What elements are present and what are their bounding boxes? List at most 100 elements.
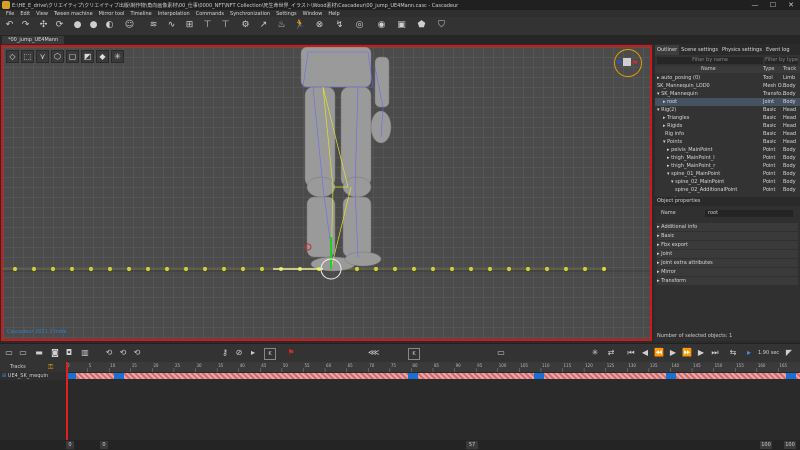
menu-settings[interactable]: Settings [276,11,297,17]
filter-name-input[interactable]: Filter by name [657,57,763,64]
tween-toggle-icon[interactable]: ⇄ [606,348,616,358]
text-tool-icon[interactable]: ⊤ [202,20,213,31]
section-joint-extra[interactable]: ▸ Joint extra attributes [657,259,798,267]
tab-physics-settings[interactable]: Physics settings [720,45,764,55]
column-type[interactable]: Type [763,66,774,73]
close-button[interactable]: ✕ [782,0,800,10]
layout-icon[interactable]: ▭ [4,348,14,358]
interval-key-button[interactable]: K [264,348,276,360]
outliner-row[interactable]: ▸ pelvis_MainPoint Point Body [655,146,800,154]
last-frame-icon[interactable]: ⏭ [710,348,720,358]
outliner-row[interactable]: Rig info Basic Head [655,130,800,138]
viewport-3d[interactable]: ◇ ⬚ ⋎ ⬡ ▢ ◩ ◆ ✳ Cascadeur 2021.3 Indie [1,45,652,341]
curve-icon[interactable]: ∿ [166,20,177,31]
undo-icon[interactable]: ↶ [4,20,15,31]
speed-icon[interactable]: ▸ [744,348,754,358]
outliner-row[interactable]: ▸ thigh_MainPoint_l Point Body [655,154,800,162]
view-gizmo[interactable] [614,49,642,77]
point-icon[interactable]: ● [72,20,83,31]
lock-icon[interactable]: ⚿ [48,362,53,372]
outliner-row[interactable]: ▾ Points Basic Head [655,138,800,146]
keyframe-block[interactable] [666,373,676,379]
menu-mirror-tool[interactable]: Mirror tool [99,11,125,17]
menu-tween-machine[interactable]: Tween machine [54,11,93,17]
render-icon[interactable]: ▣ [396,20,407,31]
outliner-row[interactable]: ▸ root Joint Body [655,98,800,106]
keyframe-block[interactable] [534,373,544,379]
menu-edit[interactable]: Edit [20,11,30,17]
menu-view[interactable]: View [36,11,48,17]
prev-key-icon[interactable]: ⋘ [368,348,379,358]
playhead[interactable] [66,362,68,440]
next-frame-icon[interactable]: ▶ [696,348,706,358]
flag-icon[interactable]: ⚑ [286,348,296,358]
rotate-icon[interactable]: ⟳ [54,20,65,31]
prev-key-frame-icon[interactable]: ⏪ [654,348,664,358]
film-icon[interactable]: ▥ [80,348,90,358]
run-icon[interactable]: 🏃 [294,20,305,31]
section-additional-info[interactable]: ▸ Additional info [657,223,798,231]
tab-event-log[interactable]: Event log [764,45,792,55]
posing-icon[interactable]: ⊗ [314,20,325,31]
character-icon[interactable]: ☺ [124,20,135,31]
redo-icon[interactable]: ↷ [20,20,31,31]
minimize-button[interactable]: — [746,0,764,10]
loop2-icon[interactable]: ⟲ [118,348,128,358]
playback-speed[interactable]: 1.90 sec [758,350,779,356]
track-expand-icon[interactable]: ⊞ [2,373,6,379]
menu-synchronization[interactable]: Synchronization [230,11,270,17]
tween-icon[interactable]: ⊤ [220,20,231,31]
outliner-row[interactable]: ▾ Rig(2) Basic Head [655,106,800,114]
section-basic[interactable]: ▸ Basic [657,232,798,240]
play-icon[interactable]: ▶ [668,348,678,358]
next-key-frame-icon[interactable]: ⏩ [682,348,692,358]
shield-icon[interactable]: ⛉ [436,20,447,31]
section-mirror[interactable]: ▸ Mirror [657,268,798,276]
camera-icon[interactable]: ◉ [376,20,387,31]
physics-icon[interactable]: ⚙ [240,20,251,31]
tab-document[interactable]: *00_jump_UE4Mann [2,36,65,44]
menu-file[interactable]: File [6,11,14,17]
camera-rec-icon[interactable]: ◘ [64,348,74,358]
range-end-input[interactable]: 100 [760,441,772,449]
loop-playback-icon[interactable]: ⇆ [728,348,738,358]
keyframe-block[interactable] [408,373,418,379]
snapshot-icon[interactable]: ◙ [50,348,60,358]
outliner-row[interactable]: ▾ SK_Mannequin Transfo... Body [655,90,800,98]
keyframe-block[interactable] [114,373,124,379]
target-icon[interactable]: ◎ [354,20,365,31]
fulcrum-icon[interactable]: ⊞ [184,20,195,31]
outliner-row[interactable]: ▸ auto_posing (0) Tool Limb [655,74,800,82]
prev-frame-icon[interactable]: ◀ [640,348,650,358]
first-frame-icon[interactable]: ⏮ [626,348,636,358]
outliner-row[interactable]: ▾ spine_02_MainPoint Point Body [655,178,800,186]
section-fbx-export[interactable]: ▸ Fbx export [657,241,798,249]
interpolation-icon[interactable]: ≋ [148,20,159,31]
outliner-row[interactable]: SK_Mannequin_LOD0 Mesh O... Body [655,82,800,90]
split-icon[interactable]: ▭ [18,348,28,358]
ballistic-icon[interactable]: ↗ [258,20,269,31]
outliner-row[interactable]: ▸ thigh_MainPoint_r Point Body [655,162,800,170]
outliner-row[interactable]: ▾ spine_01_MainPoint Point Body [655,170,800,178]
tab-outliner[interactable]: Outliner [655,45,680,55]
menu-window[interactable]: Window [303,11,323,17]
current-frame-input[interactable]: 57 [466,441,478,449]
section-transform[interactable]: ▸ Transform [657,277,798,285]
range-start-input[interactable]: 0 [100,441,108,449]
panel-icon[interactable]: ▬ [34,348,44,358]
end-frame-input[interactable]: 100 [784,441,796,449]
key-icon[interactable]: ⚷ [220,348,230,358]
set-key-button[interactable]: K [408,348,420,360]
jump-icon[interactable]: ↯ [334,20,345,31]
timeline-tracks[interactable]: Tracks ⚿ ⊞ UE4_SK_mequin 0 5 10 15 20 25 30 35 4… [0,362,800,440]
move-icon[interactable]: ✣ [38,20,49,31]
timeline-ruler[interactable]: 0 5 10 15 20 25 30 35 40 45 50 55 60 65 70 75 80 85 90 95 10… [65,362,800,372]
outliner-row[interactable]: ▸ Rigids Basic Head [655,122,800,130]
mesh-icon[interactable]: ⬟ [416,20,427,31]
fk-icon[interactable]: ◐ [104,20,115,31]
column-track[interactable]: Track [783,66,796,73]
start-frame-input[interactable]: 0 [66,441,74,449]
loop-icon[interactable]: ⟲ [104,348,114,358]
section-joint[interactable]: ▸ Joint [657,250,798,258]
menu-help[interactable]: Help [328,11,339,17]
